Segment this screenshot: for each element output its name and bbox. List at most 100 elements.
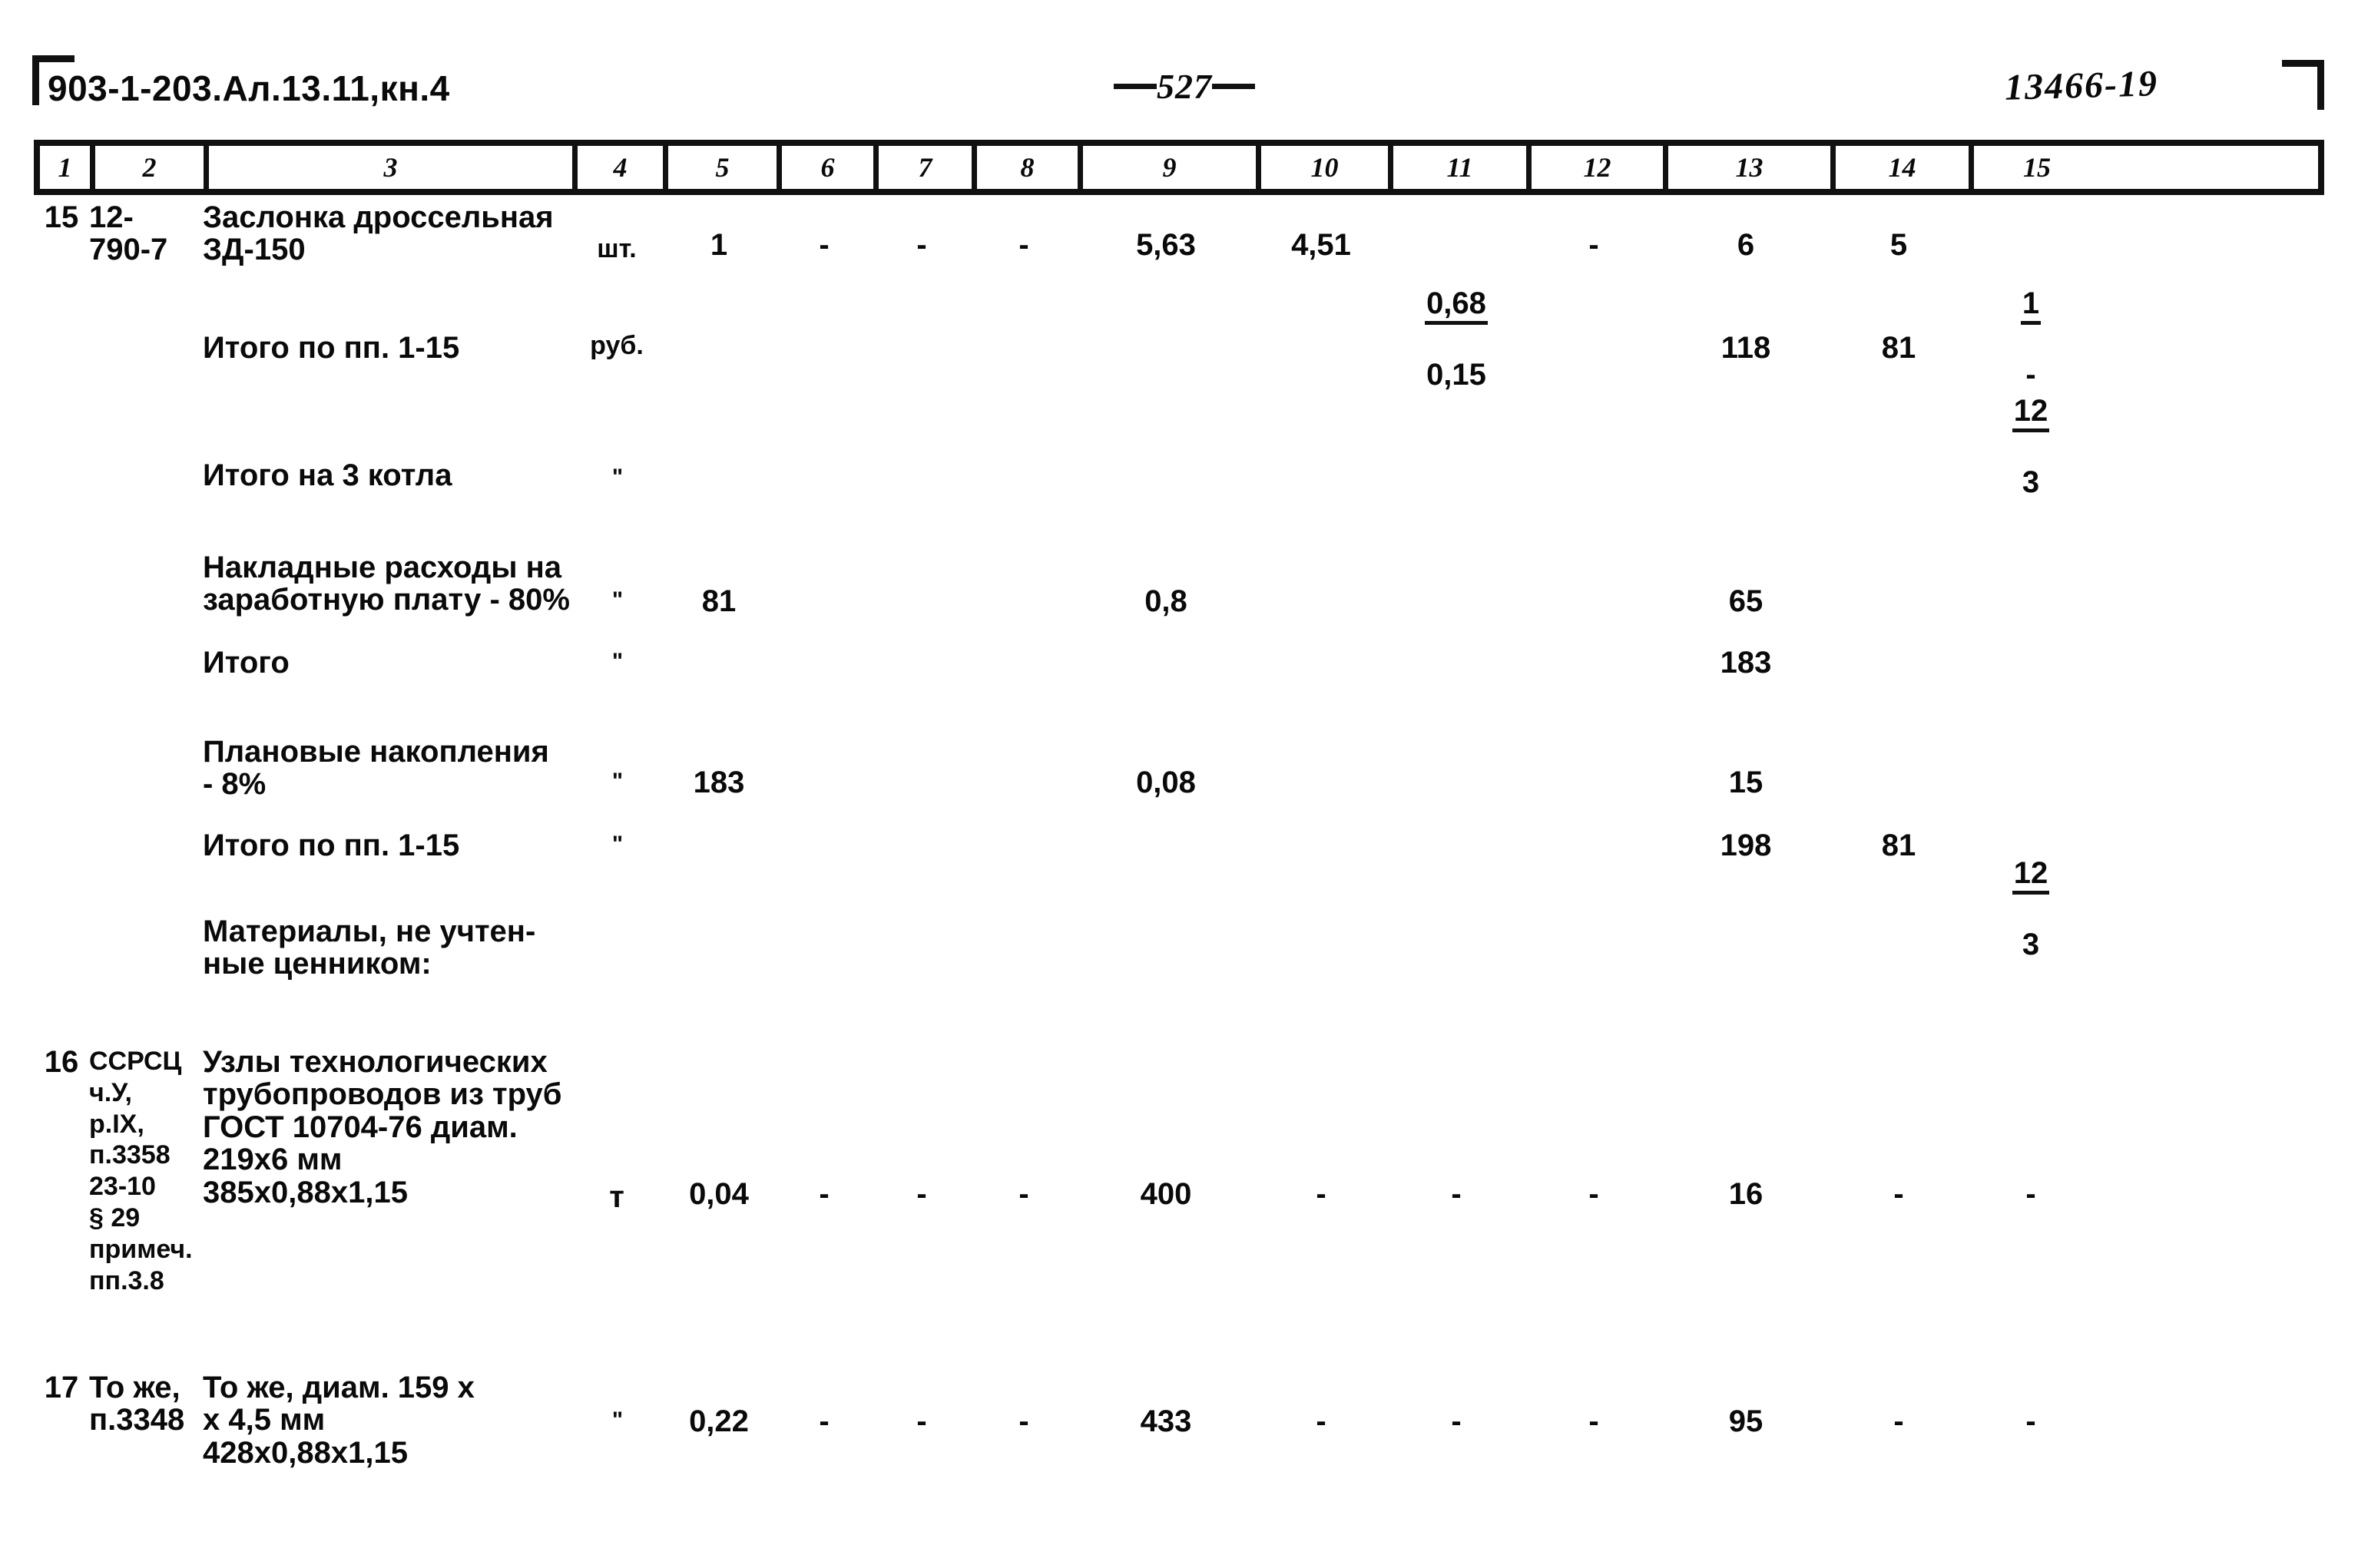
column-header-13: 13: [1668, 146, 1836, 189]
cell-col13: 118: [1720, 331, 1771, 365]
cell-position-number: 15: [44, 200, 79, 234]
cell-col10: -: [1316, 1404, 1326, 1438]
cell-unit: шт.: [597, 234, 637, 263]
cell-col13: 198: [1720, 829, 1772, 862]
cell-description: Итого по пп. 1-15: [203, 331, 460, 365]
cell-col9: 400: [1140, 1177, 1192, 1211]
table-row: Итого на 3 котла ": [34, 459, 2324, 551]
cell-quantity: 0,04: [689, 1177, 749, 1211]
column-header-2: 2: [95, 146, 209, 189]
column-header-8: 8: [977, 146, 1083, 189]
cell-col15: -: [2025, 1404, 2036, 1438]
cell-description: Итого на 3 котла: [203, 458, 452, 492]
cell-col10: -: [1316, 1177, 1326, 1211]
column-header-5: 5: [668, 146, 782, 189]
table-row: Итого по пп. 1-15 руб. 118 81 12 3: [34, 331, 2324, 498]
column-header-7: 7: [879, 146, 977, 189]
cell-description: Узлы технологических трубопроводов из тр…: [203, 1045, 562, 1209]
cell-col9: 0,08: [1136, 766, 1196, 799]
table-row: 15 12- 790-7 Заслонка дроссельная ЗД-150…: [34, 200, 2324, 390]
cell-col9: 0,8: [1144, 584, 1187, 618]
cell-unit: т: [609, 1180, 624, 1214]
page-number-value: 527: [1157, 67, 1212, 106]
cell-col13: 6: [1737, 228, 1755, 262]
cell-col14: 81: [1881, 829, 1916, 862]
column-header-3: 3: [209, 146, 578, 189]
cell-unit: ": [611, 1408, 623, 1433]
table-row: 16 ССРСЦ ч.У, р.IX, п.3358 23-10 § 29 пр…: [34, 1046, 2324, 1371]
cell-quantity: 0,22: [689, 1404, 749, 1438]
cell-col13: 183: [1720, 646, 1772, 680]
cell-col8: -: [1018, 1177, 1029, 1211]
fraction-numerator: 1: [2020, 288, 2042, 325]
cell-description: Накладные расходы на заработную плату - …: [203, 551, 570, 617]
document-code: 903-1-203.Ал.13.11,кн.4: [48, 68, 450, 108]
cell-col14: -: [1893, 1177, 1904, 1211]
cell-col13: 65: [1728, 584, 1764, 618]
cell-col9: 433: [1140, 1404, 1192, 1438]
cell-col10: 4,51: [1291, 228, 1351, 262]
fraction-numerator: 12: [2012, 858, 2050, 895]
cell-unit: ": [611, 587, 623, 613]
cell-description: Заслонка дроссельная ЗД-150: [203, 200, 554, 267]
cell-description: То же, диам. 159 х х 4,5 мм 428х0,88х1,1…: [203, 1371, 475, 1470]
cell-price-code: ССРСЦ ч.У, р.IX, п.3358 23-10 § 29 приме…: [89, 1047, 193, 1295]
cell-col15: -: [2025, 1177, 2036, 1211]
column-header-12: 12: [1532, 146, 1668, 189]
cell-col7: -: [916, 1404, 927, 1438]
cell-col8: -: [1018, 228, 1029, 262]
page-number-rule-left: [1114, 84, 1157, 89]
column-header-9: 9: [1083, 146, 1261, 189]
cell-col7: -: [916, 228, 927, 262]
cell-col14: 81: [1881, 331, 1916, 365]
table-row: Материалы, не учтен- ные ценником:: [34, 915, 2324, 1046]
table-body: 15 12- 790-7 Заслонка дроссельная ЗД-150…: [34, 201, 2324, 1525]
table-row: Итого по пп. 1-15 " 198 81 12 3: [34, 829, 2324, 960]
column-header-10: 10: [1261, 146, 1393, 189]
fraction-numerator: 0,68: [1425, 288, 1488, 325]
cell-col12: -: [1588, 1177, 1599, 1211]
cell-col13: 95: [1728, 1404, 1764, 1438]
cell-price-code: То же, п.3348: [89, 1371, 185, 1437]
cell-price-code: 12- 790-7: [89, 200, 168, 267]
cell-col14: -: [1893, 1404, 1904, 1438]
cell-position-number: 16: [44, 1045, 79, 1079]
table-row: 17 То же, п.3348 То же, диам. 159 х х 4,…: [34, 1371, 2324, 1525]
cell-unit: ": [611, 649, 623, 674]
cell-unit: руб.: [590, 331, 644, 360]
archive-stamp: 13466-19: [2004, 63, 2159, 108]
page-header: 903-1-203.Ал.13.11,кн.4 527 13466-19: [0, 63, 2358, 121]
cell-position-number: 17: [44, 1371, 79, 1404]
cell-unit: ": [611, 465, 623, 490]
cell-col8: -: [1018, 1404, 1029, 1438]
cell-col6: -: [819, 228, 830, 262]
table-column-header: 1 2 3 4 5 6 7 8 9 10 11 12 13 14 15: [34, 140, 2324, 195]
cell-section-caption: Материалы, не учтен- ные ценником:: [203, 915, 536, 981]
column-header-4: 4: [578, 146, 668, 189]
column-header-11: 11: [1393, 146, 1532, 189]
cell-description: Плановые накопления - 8%: [203, 735, 549, 802]
table-row: Накладные расходы на заработную плату - …: [34, 551, 2324, 647]
cell-quantity: 81: [701, 584, 737, 618]
page-number-rule-right: [1212, 84, 1255, 89]
cell-col11: -: [1451, 1177, 1462, 1211]
table-row: Итого " 183: [34, 647, 2324, 736]
cell-description: Итого: [203, 646, 290, 680]
cell-col6: -: [819, 1177, 830, 1211]
cell-col12: -: [1588, 228, 1599, 262]
page-number: 527: [1114, 66, 1255, 107]
column-header-6: 6: [782, 146, 879, 189]
cell-col13: 15: [1728, 766, 1764, 799]
cell-unit: ": [611, 832, 623, 857]
cell-quantity: 183: [693, 766, 745, 799]
cell-col12: -: [1588, 1404, 1599, 1438]
cell-col14: 5: [1889, 228, 1908, 262]
cell-unit: ": [611, 769, 623, 794]
cell-col11: -: [1451, 1404, 1462, 1438]
cell-col7: -: [916, 1177, 927, 1211]
fraction-numerator: 12: [2012, 395, 2050, 432]
cell-col9: 5,63: [1136, 228, 1196, 262]
column-header-15: 15: [2023, 152, 2051, 183]
cell-col13: 16: [1728, 1177, 1764, 1211]
cell-quantity: 1: [710, 228, 728, 262]
